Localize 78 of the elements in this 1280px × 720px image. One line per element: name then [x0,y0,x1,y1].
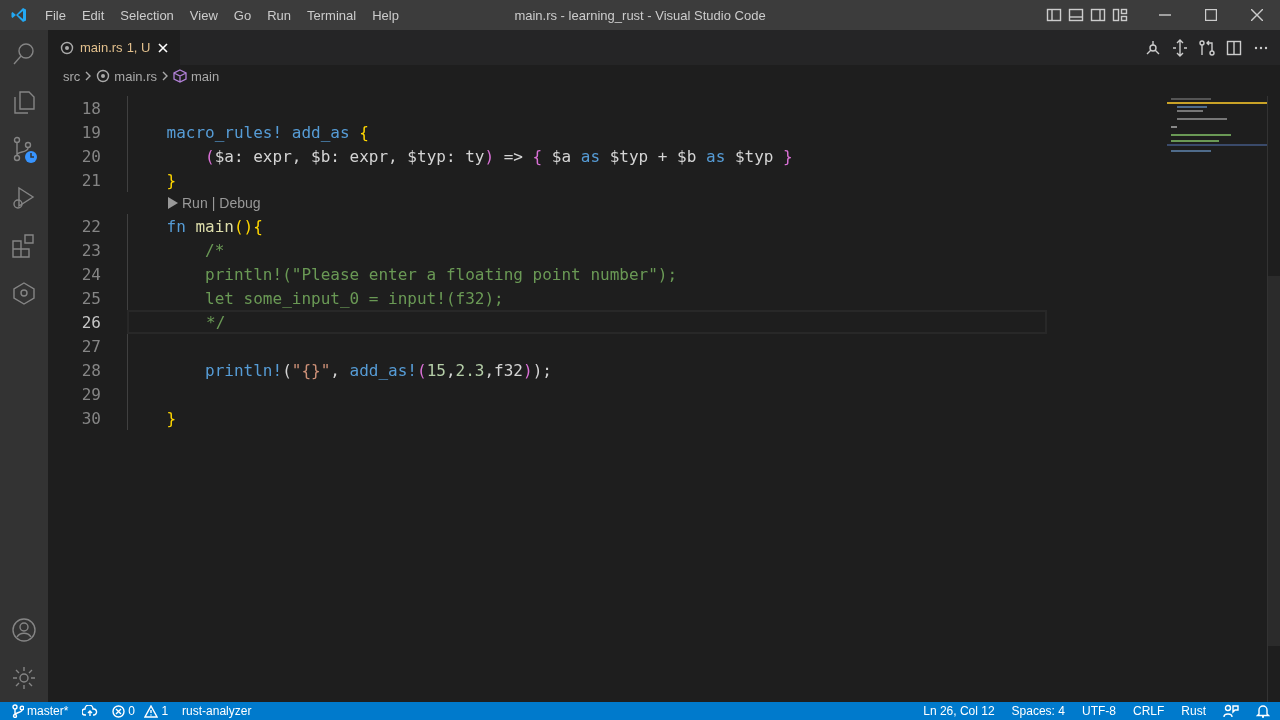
run-link[interactable]: Run [182,195,208,211]
status-item[interactable]: Ln 26, Col 12 [923,704,995,718]
search-icon[interactable] [11,41,37,67]
warning-icon [144,704,159,718]
branch-button[interactable]: master* [12,704,69,718]
line-number: 29 [80,384,101,404]
close-icon[interactable] [156,40,171,55]
editor-tab[interactable]: main.rs 1, U [48,30,181,65]
line-number: 20 [80,146,101,166]
panel-toggle-icon[interactable] [1068,7,1084,23]
code-line: } [165,408,177,428]
breadcrumb-item[interactable]: main [190,68,220,84]
line-number: 25 [80,288,101,308]
status-item[interactable]: Rust [1181,704,1206,718]
debug-link[interactable]: Debug [219,195,261,211]
menu-item[interactable]: Terminal [299,3,365,27]
code-line: /* [204,240,225,260]
line-number: 19 [80,122,101,142]
code-line: } [165,170,177,190]
menu-item[interactable]: View [181,3,226,27]
code-line: println!("Please enter a floating point number"); [204,264,678,284]
breadcrumb-item[interactable]: main.rs [114,68,157,84]
error-icon [112,704,126,718]
line-number: 28 [80,360,101,380]
customize-layout-icon[interactable] [1112,7,1128,23]
vscode-logo-icon [11,7,27,23]
line-number: 26 [80,312,101,332]
extensions-icon[interactable] [11,233,37,259]
split-editor-icon[interactable] [1225,38,1243,57]
menu-item[interactable]: Help [364,3,407,27]
breadcrumb-item[interactable]: src [63,68,81,84]
line-number: 24 [80,264,101,284]
chevron-icon [160,70,169,82]
status-item[interactable]: UTF-8 [1081,704,1116,718]
source-diff-icon[interactable] [1198,38,1216,57]
remote-explorer-icon[interactable] [11,281,37,307]
bell-icon[interactable] [1256,704,1270,718]
problems-button[interactable]: 0 1 [112,704,169,718]
separator-text: | [211,195,216,211]
line-number: 30 [80,408,101,428]
code-line: println!("{}", add_as!(15,2.3,f32)); [204,360,552,380]
code-line: ($a: expr, $b: expr, $typ: ty) => { $a as $typ + $b as $typ } [204,146,793,166]
line-number: 18 [80,98,101,118]
menu-item[interactable]: Run [259,3,299,27]
move-icon[interactable] [1171,38,1189,57]
status-item[interactable]: Spaces: 4 [1011,704,1065,718]
status-item[interactable]: rust-analyzer [182,704,252,718]
code-line: fn main(){ [165,216,263,236]
run-debug-icon[interactable] [11,185,37,211]
line-number: 27 [80,336,101,356]
cloud-upload-icon[interactable] [82,705,99,717]
account-icon[interactable] [11,617,37,643]
menu-item[interactable]: Selection [112,3,182,27]
code-line: macro_rules! add_as { [165,122,369,142]
sidebar-toggle-icon[interactable] [1046,7,1062,23]
settings-icon[interactable] [11,665,37,691]
menu-item[interactable]: File [37,3,74,27]
files-icon[interactable] [11,89,37,115]
line-number: 23 [80,240,101,260]
maximize-icon[interactable] [1205,9,1217,21]
feedback-icon[interactable] [1223,704,1239,718]
window-title: main.rs - learning_rust - Visual Studio Code [514,7,766,23]
line-number: 21 [80,170,101,190]
status-item[interactable]: CRLF [1132,704,1165,718]
menu-item[interactable]: Go [225,3,260,27]
compare-changes-icon[interactable] [1144,38,1162,57]
code-line: */ [205,312,226,332]
split-layout-icon[interactable] [1090,7,1106,23]
chevron-icon [84,70,93,82]
close-icon[interactable] [1251,9,1263,21]
menu-item[interactable]: Edit [73,3,113,27]
line-number: 22 [80,216,101,236]
rust-file-icon [96,69,111,83]
play-icon [168,197,178,209]
rust-file-icon [60,40,74,55]
code-line: let some_input_0 = input!(f32); [204,288,504,308]
branch-icon [12,704,24,718]
cube-icon [172,69,187,83]
